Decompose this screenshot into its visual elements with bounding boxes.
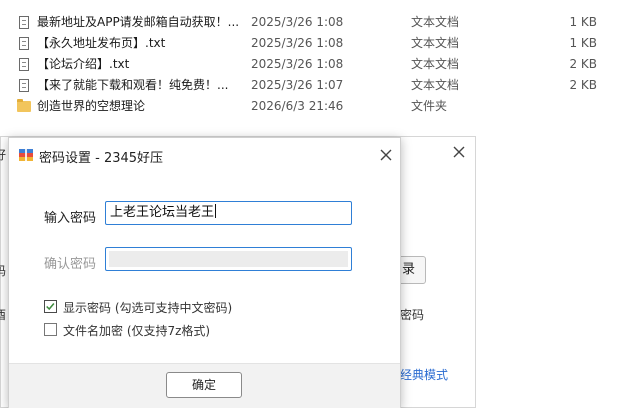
- file-row[interactable]: 【永久地址发布页】.txt 2025/3/26 1:08 文本文档 1 KB: [0, 33, 627, 54]
- background-password-text: 密码: [400, 308, 425, 322]
- dialog-titlebar: 密码设置 - 2345好压: [9, 138, 400, 172]
- file-type: 文件夹: [411, 99, 448, 113]
- show-password-checkbox[interactable]: [44, 300, 57, 313]
- file-size: 1 KB: [569, 15, 597, 29]
- checkmark-icon: [46, 303, 55, 311]
- password-value: 上老王论坛当老王: [110, 205, 215, 220]
- file-row[interactable]: 【论坛介绍】.txt 2025/3/26 1:08 文本文档 2 KB: [0, 54, 627, 75]
- file-size: 2 KB: [569, 57, 597, 71]
- encrypt-filename-label: 文件名加密 (仅支持7z格式): [63, 324, 211, 338]
- close-icon[interactable]: [377, 146, 395, 164]
- background-edge-text: 好: [0, 148, 7, 162]
- folder-row[interactable]: 创造世界的空想理论 2026/6/3 21:46 文件夹: [0, 96, 627, 117]
- password-label: 输入密码: [44, 211, 97, 226]
- file-type: 文本文档: [411, 57, 460, 71]
- file-name: 【论坛介绍】.txt: [37, 57, 130, 71]
- app-logo-icon: [19, 148, 33, 162]
- file-date: 2025/3/26 1:08: [251, 15, 344, 29]
- file-date: 2026/6/3 21:46: [251, 99, 344, 113]
- show-password-label: 显示密码 (勾选可支持中文密码): [63, 301, 233, 315]
- classic-mode-link[interactable]: 经典模式: [400, 366, 448, 383]
- confirm-password-input[interactable]: [105, 247, 352, 271]
- file-name: 创造世界的空想理论: [37, 99, 146, 113]
- text-file-icon: [17, 33, 31, 54]
- text-caret: [215, 204, 217, 218]
- text-file-icon: [17, 75, 31, 96]
- folder-icon: [17, 96, 31, 117]
- file-size: 1 KB: [569, 36, 597, 50]
- text-file-icon: [17, 54, 31, 75]
- background-edge-text: 码: [0, 264, 7, 278]
- file-name: 【来了就能下载和观看！纯免费！...: [37, 78, 229, 92]
- file-type: 文本文档: [411, 15, 460, 29]
- password-input[interactable]: 上老王论坛当老王: [105, 201, 352, 225]
- file-date: 2025/3/26 1:08: [251, 57, 344, 71]
- file-name: 【永久地址发布页】.txt: [37, 36, 166, 50]
- password-dialog: 密码设置 - 2345好压 输入密码 上老王论坛当老王 确认密码 显示密码 (勾…: [8, 137, 401, 408]
- file-type: 文本文档: [411, 36, 460, 50]
- file-date: 2025/3/26 1:08: [251, 36, 344, 50]
- confirm-password-label: 确认密码: [44, 257, 97, 272]
- background-close-icon[interactable]: [450, 143, 468, 161]
- ok-button[interactable]: 确定: [166, 372, 242, 398]
- background-edge-text: 酉: [0, 308, 7, 322]
- text-file-icon: [17, 12, 31, 33]
- dialog-title: 密码设置 - 2345好压: [39, 151, 164, 166]
- encrypt-filename-checkbox[interactable]: [44, 323, 57, 336]
- desktop-window: 最新地址及APP请发邮箱自动获取！... 2025/3/26 1:08 文本文档…: [0, 0, 627, 408]
- file-type: 文本文档: [411, 78, 460, 92]
- dialog-footer: 确定: [9, 363, 400, 408]
- file-date: 2025/3/26 1:07: [251, 78, 344, 92]
- file-row[interactable]: 【来了就能下载和观看！纯免费！... 2025/3/26 1:07 文本文档 2…: [0, 75, 627, 96]
- file-name: 最新地址及APP请发邮箱自动获取！...: [37, 15, 240, 29]
- file-row[interactable]: 最新地址及APP请发邮箱自动获取！... 2025/3/26 1:08 文本文档…: [0, 12, 627, 33]
- file-size: 2 KB: [569, 78, 597, 92]
- file-list: 最新地址及APP请发邮箱自动获取！... 2025/3/26 1:08 文本文档…: [0, 12, 627, 117]
